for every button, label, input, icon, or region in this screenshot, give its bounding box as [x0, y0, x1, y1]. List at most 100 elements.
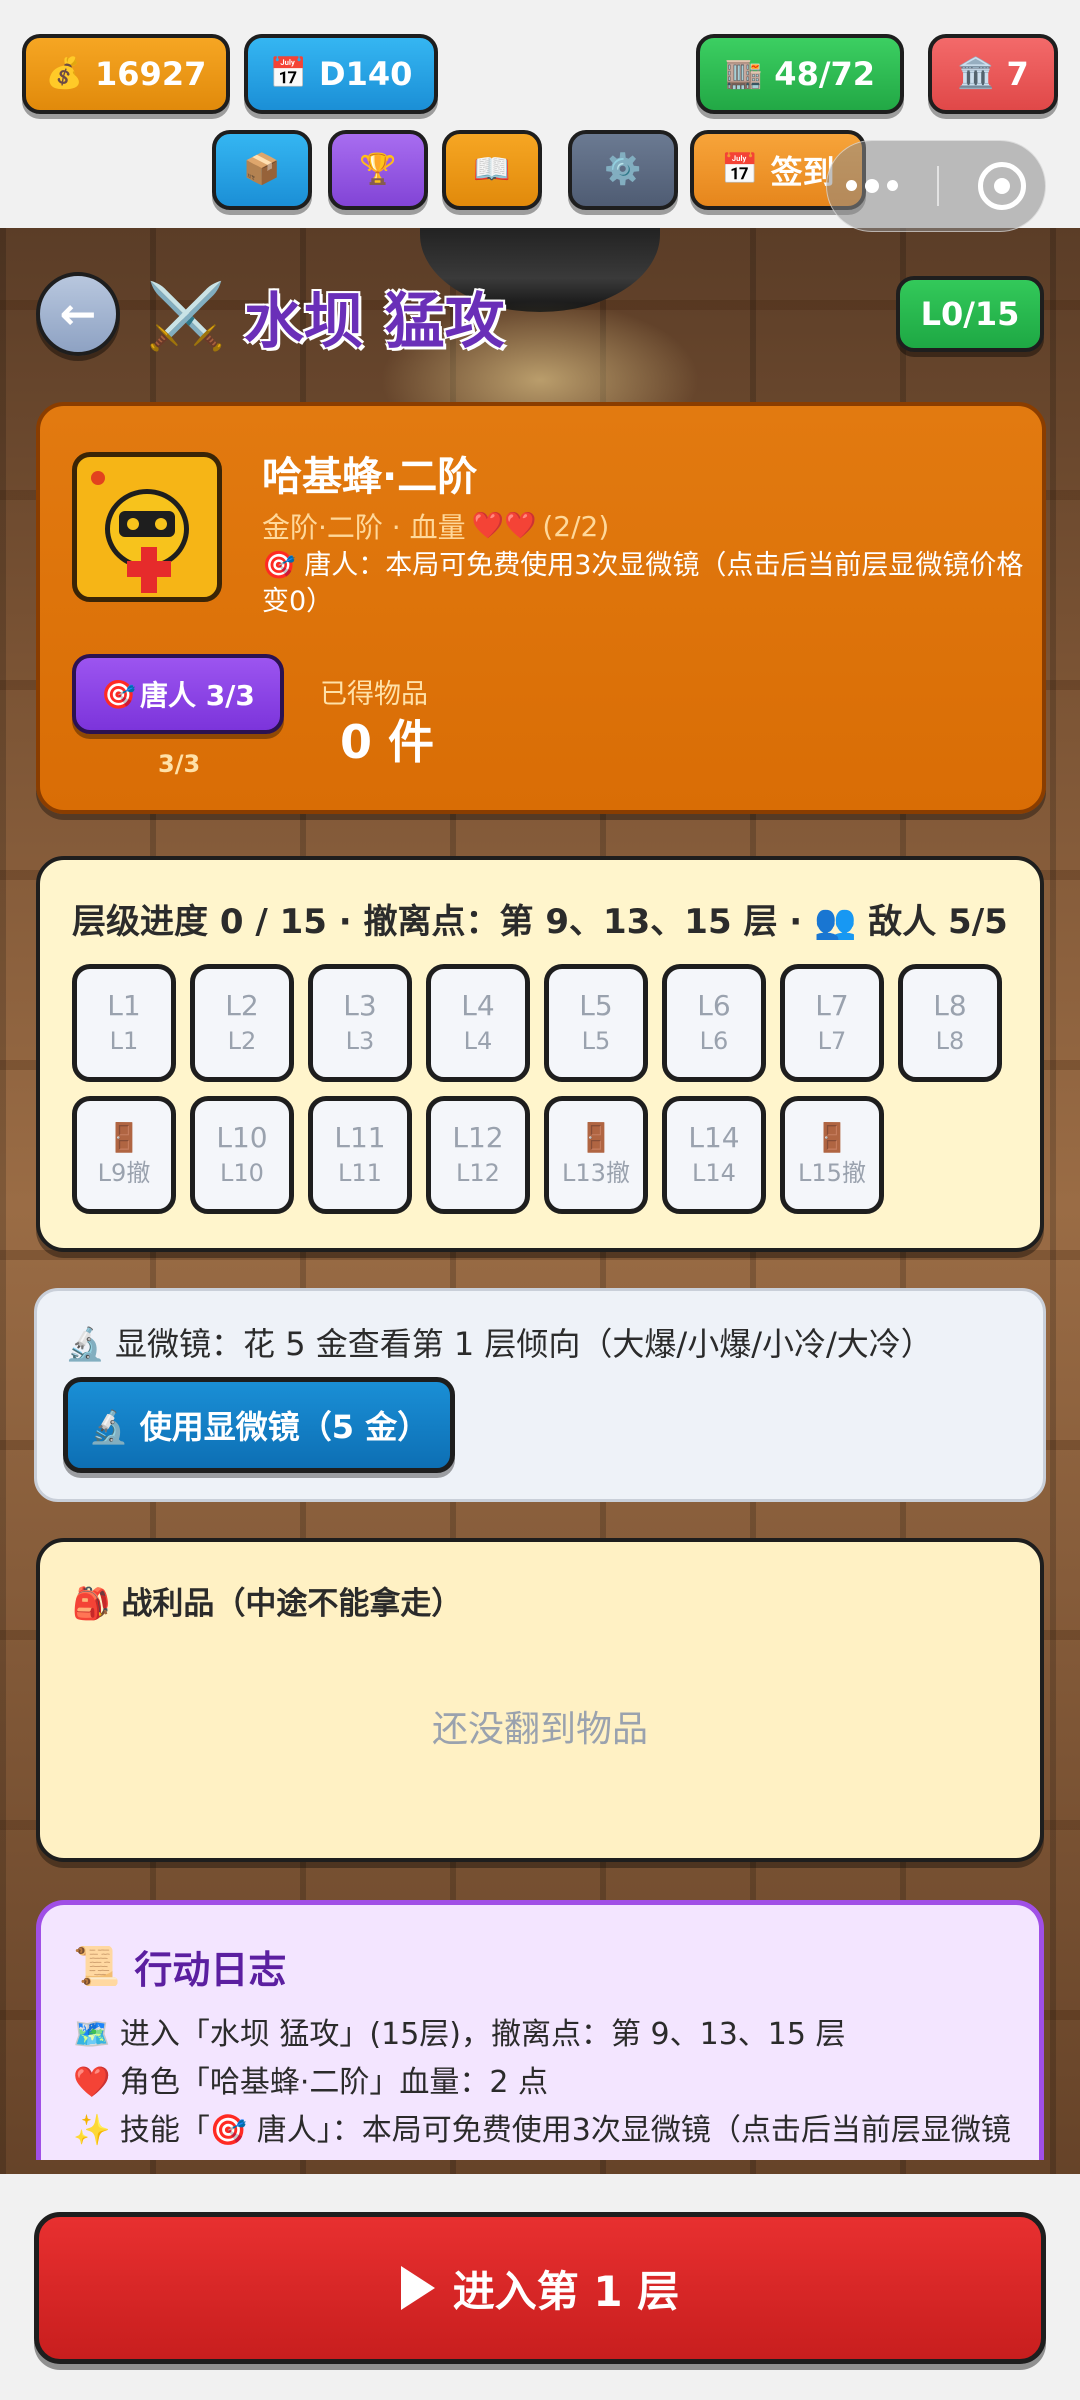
skill-button[interactable]: 🎯 唐人 3/3	[72, 654, 284, 734]
microscope-panel: 🔬 显微镜：花 5 金查看第 1 层倾向（大爆/小爆/小冷/大冷） 🔬 使用显微…	[34, 1288, 1046, 1502]
day-value: D140	[319, 55, 413, 93]
level-tile-sublabel: L6	[699, 1027, 729, 1055]
scroll-icon: 📜	[73, 1944, 121, 1988]
building-icon: 🏬	[724, 56, 763, 91]
map-title-text: 水坝 猛攻	[243, 286, 505, 357]
level-tile-sublabel: L9撤	[97, 1159, 151, 1187]
heart-icon: ❤️❤️	[471, 511, 537, 541]
level-tile-sublabel: L15撤	[798, 1159, 866, 1187]
gold-counter[interactable]: 💰 16927	[22, 34, 230, 114]
skill-description: 🎯 唐人：本局可免费使用3次显微镜（点击后当前层显微镜价格变0）	[262, 550, 1024, 617]
level-tile[interactable]: L3 L3	[308, 964, 412, 1082]
money-bag-icon: 💰	[45, 56, 84, 91]
level-tile-label: L1	[107, 989, 141, 1022]
close-miniprogram-icon[interactable]	[977, 162, 1026, 210]
level-progress-header: 层级进度 0 / 15 · 撤离点：第 9、13、15 层 · 👥 敌人 5/5	[72, 902, 1008, 942]
level-tile[interactable]: L4 L4	[426, 964, 530, 1082]
inventory-button[interactable]: 📦	[212, 130, 312, 210]
trophy-icon: 🏆	[359, 152, 397, 187]
level-progress-panel: 层级进度 0 / 15 · 撤离点：第 9、13、15 层 · 👥 敌人 5/5…	[36, 856, 1044, 1252]
level-tile-label: L4	[461, 989, 495, 1022]
level-tile-sublabel: L11	[338, 1159, 382, 1187]
map-title: ⚔️ 水坝 猛攻	[146, 276, 505, 357]
log-line: 🗺️ 进入「水坝 猛攻」(15层)，撤离点：第 9、13、15 层	[73, 2017, 846, 2052]
gold-value: 16927	[95, 55, 207, 93]
top-bar: 💰 16927 📅 D140 🏬 48/72 🏛️ 7 📦 🏆 📖 ⚙️ 📅 签…	[0, 0, 1080, 232]
hp-text: (2/2)	[542, 509, 610, 543]
action-log-title-text: 行动日志	[134, 1948, 287, 1992]
action-log-title: 📜 行动日志	[73, 1939, 286, 1994]
level-tile[interactable]: L10 L10	[190, 1096, 294, 1214]
action-log-lines: 🗺️ 进入「水坝 猛攻」(15层)，撤离点：第 9、13、15 层 ❤️ 角色「…	[73, 2011, 1033, 2160]
items-value: 0 件	[340, 715, 435, 769]
level-tile[interactable]: L5 L5	[544, 964, 648, 1082]
calendar-icon: 📅	[721, 152, 759, 187]
level-tile-sublabel: L4	[463, 1027, 493, 1055]
character-card: 哈基蜂·二阶 金阶·二阶 · 血量 ❤️❤️ (2/2) 🎯 唐人：本局可免费使…	[36, 402, 1046, 814]
more-menu-icon[interactable]	[846, 178, 899, 193]
use-microscope-button[interactable]: 🔬 使用显微镜（5 金）	[63, 1377, 455, 1473]
level-tile-sublabel: L3	[345, 1027, 375, 1055]
level-tile[interactable]: L12 L12	[426, 1096, 530, 1214]
level-tile-label: L7	[815, 989, 849, 1022]
enter-level-button[interactable]: 进入第 1 层	[34, 2212, 1046, 2364]
level-tile-label: L5	[579, 989, 613, 1022]
bank-value: 7	[1006, 55, 1029, 93]
loot-title: 🎒 战利品（中途不能拿走）	[72, 1586, 463, 1622]
trophy-button[interactable]: 🏆	[328, 130, 428, 210]
microscope-description: 🔬 显微镜：花 5 金查看第 1 层倾向（大爆/小爆/小冷/大冷）	[65, 1325, 933, 1363]
door-icon: 🚪	[814, 1121, 850, 1154]
bank-counter[interactable]: 🏛️ 7	[928, 34, 1058, 114]
level-tile[interactable]: 🚪 L13撤	[544, 1096, 648, 1214]
loot-panel: 🎒 战利品（中途不能拿走） 还没翻到物品	[36, 1538, 1044, 1862]
level-tile-sublabel: L13撤	[562, 1159, 630, 1187]
level-tile[interactable]: L2 L2	[190, 964, 294, 1082]
package-icon: 📦	[243, 152, 281, 187]
level-tile[interactable]: L11 L11	[308, 1096, 412, 1214]
level-tile-label: L11	[334, 1121, 386, 1154]
character-tier: 金阶·二阶 · 血量 ❤️❤️ (2/2)	[262, 506, 609, 546]
play-icon	[400, 2266, 435, 2310]
level-tile[interactable]: L1 L1	[72, 964, 176, 1082]
level-tile-sublabel: L1	[109, 1027, 139, 1055]
level-tile-label: L8	[933, 989, 967, 1022]
level-tile[interactable]: 🚪 L9撤	[72, 1096, 176, 1214]
bank-icon: 🏛️	[957, 56, 995, 91]
level-tile[interactable]: 🚪 L15撤	[780, 1096, 884, 1214]
warehouse-value: 48/72	[774, 55, 876, 93]
level-tile-sublabel: L14	[692, 1159, 736, 1187]
door-icon: 🚪	[106, 1121, 142, 1154]
settings-button[interactable]: ⚙️	[568, 130, 678, 210]
skill-button-label: 唐人 3/3	[139, 679, 255, 712]
level-tile[interactable]: L6 L6	[662, 964, 766, 1082]
book-button[interactable]: 📖	[442, 130, 542, 210]
level-tile-label: L3	[343, 989, 377, 1022]
back-button[interactable]: ←	[36, 272, 120, 356]
miniprogram-capsule	[826, 140, 1046, 232]
level-tile-sublabel: L2	[227, 1027, 257, 1055]
level-tile-label: L2	[225, 989, 259, 1022]
skill-uses-remaining: 3/3	[158, 750, 201, 778]
target-icon: 🎯	[101, 677, 136, 711]
action-log-panel[interactable]: 📜 行动日志 🗺️ 进入「水坝 猛攻」(15层)，撤离点：第 9、13、15 层…	[36, 1900, 1044, 2160]
level-tile-sublabel: L8	[935, 1027, 965, 1055]
gear-icon: ⚙️	[604, 152, 642, 187]
level-tile-sublabel: L7	[817, 1027, 847, 1055]
level-tile[interactable]: L8 L8	[898, 964, 1002, 1082]
character-avatar	[72, 452, 222, 602]
level-tile-sublabel: L12	[456, 1159, 500, 1187]
crossed-swords-icon: ⚔️	[146, 279, 226, 354]
character-name: 哈基蜂·二阶	[262, 454, 478, 500]
back-arrow-icon: ←	[59, 288, 97, 340]
day-counter[interactable]: 📅 D140	[244, 34, 438, 114]
level-tile-sublabel: L5	[581, 1027, 611, 1055]
use-microscope-label: 🔬 使用显微镜（5 金）	[88, 1408, 430, 1446]
level-badge-text: L0/15	[920, 295, 1020, 333]
level-tile-label: L6	[697, 989, 731, 1022]
level-tile-label: L10	[216, 1121, 268, 1154]
tier-text: 金阶·二阶 · 血量	[262, 511, 466, 544]
warehouse-counter[interactable]: 🏬 48/72	[696, 34, 904, 114]
level-tile[interactable]: L14 L14	[662, 1096, 766, 1214]
capsule-divider	[936, 166, 939, 206]
level-tile[interactable]: L7 L7	[780, 964, 884, 1082]
